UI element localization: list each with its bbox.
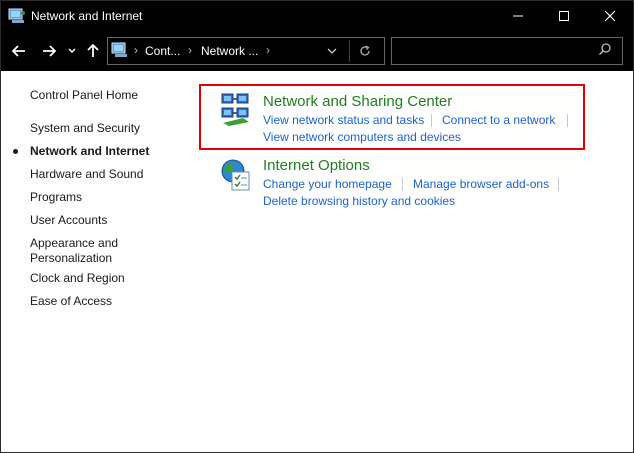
recent-locations-button[interactable]: [64, 41, 80, 61]
title-bar: Network and Internet: [1, 1, 633, 31]
close-icon: [604, 10, 616, 22]
navigation-bar: › Cont... › Network ... ›: [1, 31, 633, 71]
chevron-down-icon: [68, 48, 76, 54]
sidebar-item-label: Appearance and: [30, 236, 119, 250]
maximize-icon: [559, 11, 569, 21]
sidebar-item-control-panel-home[interactable]: Control Panel Home: [30, 88, 138, 103]
content-pane: Control Panel Home System and Security N…: [1, 71, 633, 452]
sidebar-item-label: Personalization: [30, 251, 113, 265]
sidebar-item-system-security[interactable]: System and Security: [30, 121, 140, 136]
search-icon[interactable]: [598, 42, 616, 60]
refresh-icon: [360, 45, 370, 56]
forward-button[interactable]: [39, 41, 59, 61]
control-panel-icon: [8, 7, 26, 25]
address-divider: [349, 40, 350, 62]
control-panel-icon: [111, 41, 129, 59]
sidebar-item-appearance[interactable]: Appearance and Personalization: [30, 236, 118, 266]
breadcrumb-separator[interactable]: ›: [266, 43, 270, 57]
chevron-down-icon: [327, 48, 337, 54]
close-button[interactable]: [587, 1, 633, 31]
breadcrumb-network[interactable]: Network ...: [201, 44, 258, 58]
delete-browsing-history-link[interactable]: Delete browsing history and cookies: [263, 194, 455, 208]
minimize-icon: [513, 15, 523, 17]
window: Network and Internet › Cont... › Network…: [0, 0, 634, 453]
sidebar-item-ease-of-access[interactable]: Ease of Access: [30, 294, 112, 309]
breadcrumb-separator[interactable]: ›: [134, 43, 138, 57]
globe-icon[interactable]: [219, 157, 253, 198]
search-input[interactable]: [396, 41, 590, 61]
minimize-button[interactable]: [495, 1, 541, 31]
address-dropdown-button[interactable]: [324, 42, 340, 60]
change-homepage-link[interactable]: Change your homepage: [263, 177, 392, 191]
highlight-box: [199, 84, 585, 150]
sidebar-item-programs[interactable]: Programs: [30, 190, 82, 205]
arrow-left-icon: [11, 45, 25, 57]
arrow-right-icon: [43, 45, 57, 57]
manage-addons-link[interactable]: Manage browser add-ons: [413, 177, 549, 191]
link-separator: [402, 178, 403, 191]
sidebar-item-hardware-sound[interactable]: Hardware and Sound: [30, 167, 143, 182]
up-button[interactable]: [83, 41, 103, 61]
sidebar-item-network-internet: Network and Internet: [30, 144, 150, 158]
window-title: Network and Internet: [31, 9, 143, 23]
refresh-button[interactable]: [357, 42, 373, 60]
link-separator: [558, 178, 559, 191]
arrow-up-icon: [87, 43, 99, 57]
breadcrumb-separator[interactable]: ›: [188, 43, 192, 57]
maximize-button[interactable]: [541, 1, 587, 31]
search-box[interactable]: [391, 37, 623, 65]
breadcrumb-control-panel[interactable]: Cont...: [145, 44, 180, 58]
internet-options-title[interactable]: Internet Options: [263, 157, 370, 174]
address-bar[interactable]: › Cont... › Network ... ›: [107, 37, 385, 65]
sidebar-item-clock-region[interactable]: Clock and Region: [30, 271, 125, 286]
current-item-bullet: [13, 149, 18, 154]
sidebar-item-user-accounts[interactable]: User Accounts: [30, 213, 107, 228]
back-button[interactable]: [9, 41, 29, 61]
